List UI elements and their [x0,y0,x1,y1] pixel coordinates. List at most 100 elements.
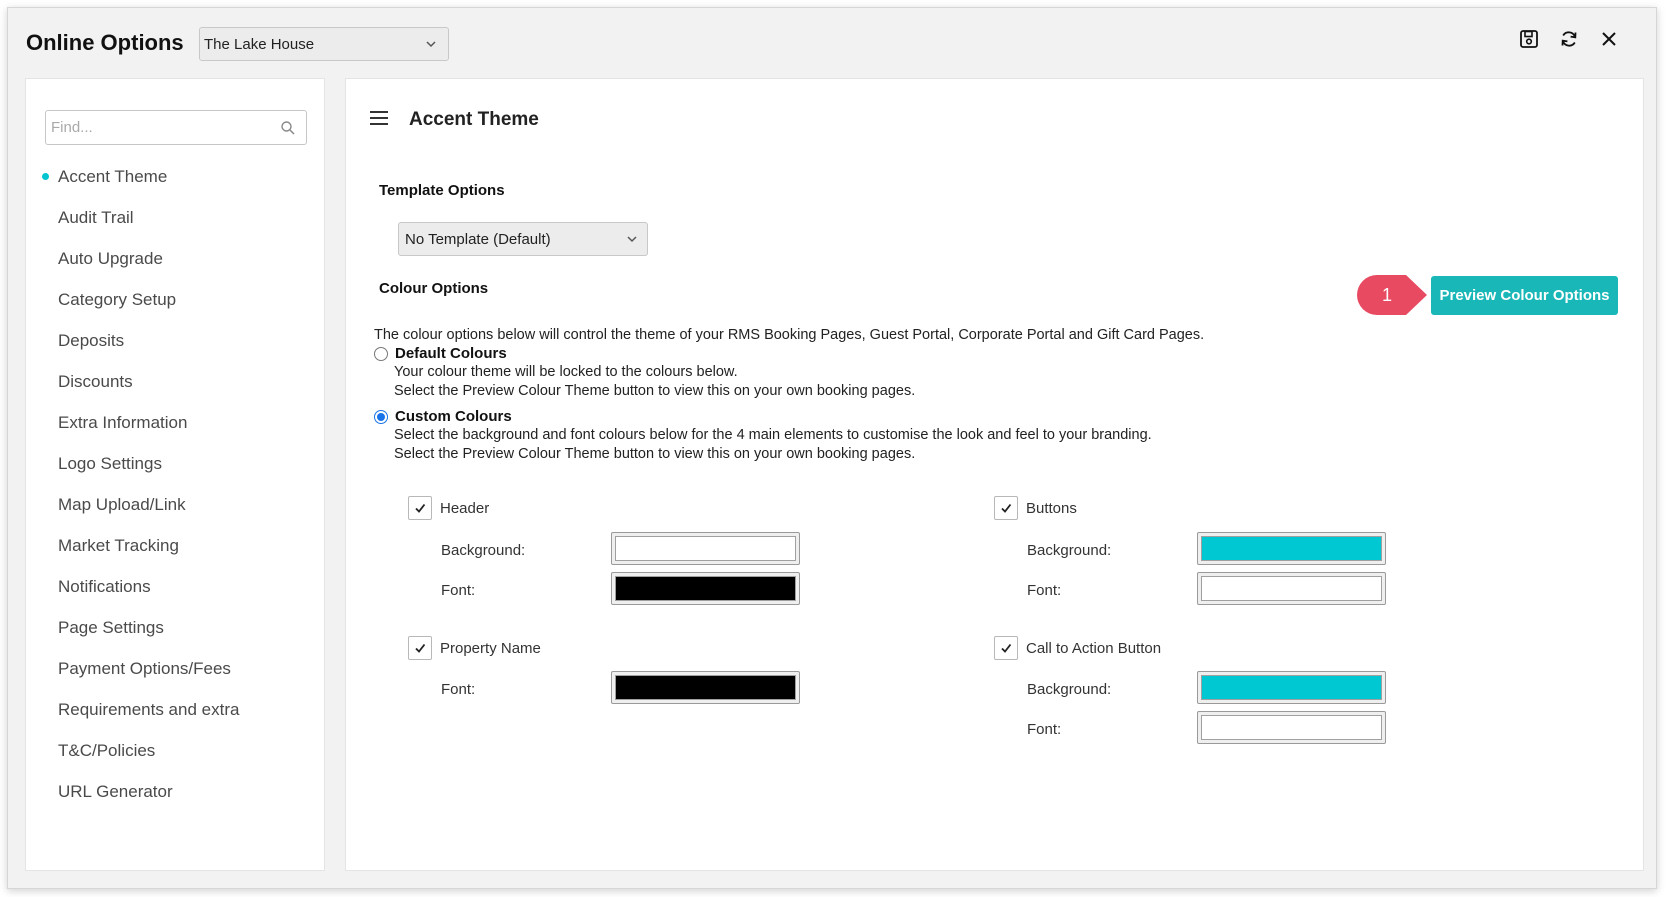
sidebar-item-label: Notifications [58,577,151,596]
property-select-value: The Lake House [204,35,315,53]
step-callout-badge: 1 [1357,275,1427,315]
property-name-font-swatch[interactable] [611,671,800,704]
property-name-font-fill [615,675,796,700]
header-font-label: Font: [441,582,476,599]
menu-icon[interactable] [370,111,388,127]
check-icon [415,503,426,513]
colour-description: The colour options below will control th… [374,327,1205,343]
buttons-font-fill [1201,576,1382,601]
template-select-value: No Template (Default) [405,230,551,248]
online-options-window: Online Options The Lake House Find... Ac… [7,7,1657,889]
sidebar-item-label: Payment Options/Fees [58,659,231,678]
header-label: Header [440,499,490,517]
buttons-font-swatch[interactable] [1197,572,1386,605]
colour-options-label: Colour Options [379,280,489,297]
header-font-fill [615,576,796,601]
sidebar-item[interactable]: Map Upload/Link [40,484,239,525]
sidebar-item-label: Market Tracking [58,536,179,555]
step-callout-number: 1 [1382,285,1392,305]
header-font-swatch[interactable] [611,572,800,605]
buttons-background-fill [1201,536,1382,561]
header-background-fill [615,536,796,561]
property-name-font-label: Font: [441,681,476,698]
default-colours-radio[interactable] [374,346,388,361]
default-colours-option[interactable]: Default Colours [374,345,507,362]
sidebar-item-label: Map Upload/Link [58,495,186,514]
cta-checkbox-row: Call to Action Button [994,636,1161,660]
close-icon[interactable] [1598,28,1620,50]
sidebar-item-label: Accent Theme [58,167,168,186]
header-background-swatch[interactable] [611,532,800,565]
search-icon[interactable] [280,120,296,136]
buttons-font-label: Font: [1027,582,1062,599]
page-title: Accent Theme [409,109,539,130]
sidebar-item-label: Requirements and extra [58,700,240,719]
sidebar-item-label: Audit Trail [58,208,134,227]
custom-colours-line2: Select the Preview Colour Theme button t… [394,446,916,462]
default-colours-label: Default Colours [395,345,507,362]
sidebar-item[interactable]: T&C/Policies [40,730,239,771]
sidebar-item-label: Auto Upgrade [58,249,163,268]
title-bar: Online Options The Lake House [8,8,1656,78]
sidebar: Accent Theme Audit Trail Auto Upgrade Categ… [25,78,325,871]
sidebar-item[interactable]: Page Settings [40,607,239,648]
property-name-checkbox[interactable] [408,636,432,660]
sidebar-nav: Accent Theme Audit Trail Auto Upgrade Categ… [40,156,239,812]
sidebar-item[interactable]: Payment Options/Fees [40,648,239,689]
custom-colours-line1: Select the background and font colours b… [394,427,1152,443]
custom-colours-label: Custom Colours [395,408,512,425]
template-select[interactable]: No Template (Default) [398,222,648,256]
cta-background-swatch[interactable] [1197,671,1386,704]
cta-checkbox[interactable] [994,636,1018,660]
toolbar-icons [1518,28,1620,50]
sidebar-item[interactable]: Category Setup [40,279,239,320]
preview-colour-options-button[interactable]: Preview Colour Options [1431,276,1618,315]
search-input[interactable] [51,111,271,144]
sidebar-item[interactable]: Market Tracking [40,525,239,566]
buttons-background-swatch[interactable] [1197,532,1386,565]
property-select[interactable]: The Lake House [199,27,449,61]
sidebar-item[interactable]: URL Generator [40,771,239,812]
custom-colours-radio[interactable] [374,409,388,424]
property-name-label: Property Name [440,639,541,657]
sidebar-item-label: T&C/Policies [58,741,156,760]
check-icon [1001,503,1012,513]
check-icon [1001,643,1012,653]
cta-label: Call to Action Button [1026,639,1162,657]
cta-font-label: Font: [1027,721,1062,738]
sidebar-item[interactable]: Logo Settings [40,443,239,484]
property-name-checkbox-row: Property Name [408,636,541,660]
header-background-label: Background: [441,542,526,559]
cta-font-swatch[interactable] [1197,711,1386,744]
active-indicator-dot [42,173,49,180]
sidebar-item[interactable]: Extra Information [40,402,239,443]
find-box [45,110,307,145]
chevron-down-icon [627,236,637,243]
sidebar-item-label: Category Setup [58,290,177,309]
save-icon[interactable] [1518,28,1540,50]
sidebar-item[interactable]: Discounts [40,361,239,402]
sidebar-item[interactable]: Audit Trail [40,197,239,238]
sidebar-item-label: Page Settings [58,618,164,637]
sidebar-item[interactable]: Notifications [40,566,239,607]
custom-colours-option[interactable]: Custom Colours [374,408,512,425]
sidebar-item-label: Discounts [58,372,133,391]
sidebar-item[interactable]: Auto Upgrade [40,238,239,279]
default-colours-line2: Select the Preview Colour Theme button t… [394,383,916,399]
cta-background-fill [1201,675,1382,700]
sidebar-item[interactable]: Accent Theme [40,156,239,197]
buttons-checkbox-row: Buttons [994,496,1077,520]
header-checkbox[interactable] [408,496,432,520]
sidebar-item[interactable]: Requirements and extra [40,689,239,730]
main-panel: Accent Theme Template Options No Templat… [345,78,1644,871]
buttons-checkbox[interactable] [994,496,1018,520]
header-checkbox-row: Header [408,496,489,520]
sidebar-item[interactable]: Deposits [40,320,239,361]
cta-background-label: Background: [1027,681,1112,698]
refresh-icon[interactable] [1558,28,1580,50]
buttons-label: Buttons [1026,499,1077,517]
sidebar-item-label: Deposits [58,331,125,350]
buttons-background-label: Background: [1027,542,1112,559]
chevron-down-icon [426,41,436,48]
sidebar-item-label: Extra Information [58,413,188,432]
